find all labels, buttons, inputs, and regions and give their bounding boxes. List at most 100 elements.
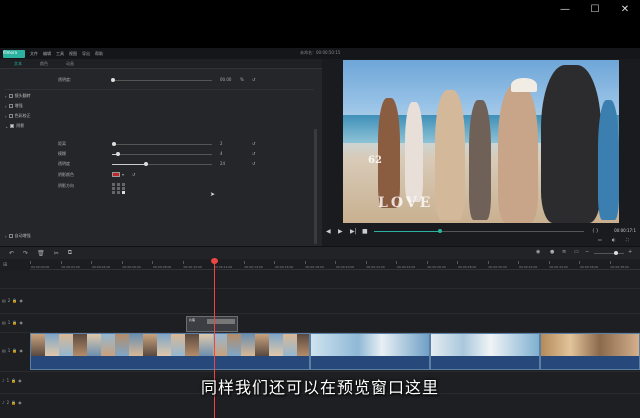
panel-scrollbar[interactable] (314, 129, 317, 244)
zoom-slider-knob[interactable] (614, 251, 618, 255)
menu-tools[interactable]: 工具 (56, 51, 64, 57)
menu-view[interactable]: 视图 (69, 51, 77, 57)
menu-file[interactable]: 文件 (30, 51, 38, 57)
play-icon[interactable]: ▶ (338, 228, 343, 235)
delete-icon[interactable]: 🗑 (37, 250, 45, 257)
video-clip[interactable] (430, 333, 540, 370)
zoom-out-icon[interactable]: − (585, 249, 589, 255)
checkbox-checked[interactable] (10, 124, 15, 128)
checkbox[interactable] (8, 114, 13, 118)
direction-cell[interactable] (117, 187, 120, 190)
lock-icon[interactable]: 🔒 (12, 298, 17, 303)
monitor-icon[interactable]: ▭ (574, 249, 579, 255)
checkbox[interactable] (8, 94, 13, 98)
direction-cell-selected[interactable] (122, 191, 125, 194)
direction-cell[interactable] (112, 191, 115, 194)
mic-icon[interactable]: ● (550, 249, 554, 255)
track-header[interactable]: ▤ 1 🔒 ◉ (0, 320, 30, 325)
blur-slider[interactable] (112, 152, 212, 156)
cut-icon[interactable]: ✂ (54, 250, 59, 257)
redo-icon[interactable]: ↷ (23, 250, 28, 257)
blur-slider-knob[interactable] (116, 152, 120, 156)
direction-cell[interactable] (112, 183, 115, 186)
fullscreen-icon[interactable]: ⛶ (626, 237, 629, 242)
section-flip[interactable]: › 镜头翻转 (5, 93, 31, 99)
list-icon[interactable]: ≡ (562, 249, 566, 255)
snapshot-icon[interactable]: ▭ (598, 237, 602, 242)
shadow-opacity-value[interactable]: 24 (220, 161, 225, 166)
opacity-slider[interactable] (111, 78, 212, 82)
volume-icon[interactable]: ◐ (612, 237, 616, 242)
tab-text[interactable]: 文本 (10, 61, 26, 67)
close-icon[interactable]: ✕ (610, 0, 640, 18)
lock-icon[interactable]: 🔒 (11, 400, 16, 405)
playback-scrubber[interactable] (374, 229, 584, 233)
menu-edit[interactable]: 编辑 (43, 51, 51, 57)
direction-cell[interactable] (112, 187, 115, 190)
direction-cell[interactable] (117, 183, 120, 186)
shadow-direction-grid[interactable] (112, 183, 126, 194)
reset-opacity-icon[interactable]: ↺ (252, 77, 255, 82)
distance-slider[interactable] (112, 142, 212, 146)
eye-icon[interactable]: ◉ (19, 320, 23, 325)
reset-shadow-opacity-icon[interactable]: ↺ (252, 161, 255, 166)
shadow-opacity-slider-knob[interactable] (144, 162, 148, 166)
title-clip[interactable]: 片尾 (186, 316, 238, 332)
mark-in-icon[interactable]: { } (592, 228, 598, 233)
lock-icon[interactable]: 🔒 (12, 348, 17, 353)
zoom-slider[interactable] (594, 251, 624, 255)
direction-cell[interactable] (122, 183, 125, 186)
shadow-color-picker[interactable]: ▾ ↺ (112, 172, 135, 177)
overlay-title-top[interactable]: 62 (368, 155, 382, 166)
direction-cell[interactable] (117, 191, 120, 194)
tab-color[interactable]: 颜色 (36, 61, 52, 67)
timeline-ruler[interactable]: 00:00:00:00 00:00:02:00 00:00:04:00 00:00:0… (30, 260, 640, 270)
section-color-correction[interactable]: › 色彩校正 (5, 113, 31, 119)
blur-value[interactable]: 4 (220, 151, 223, 156)
track-header[interactable]: ▤ 2 🔒 ◉ (0, 298, 30, 303)
checkbox[interactable] (8, 104, 13, 108)
maximize-icon[interactable]: ☐ (580, 0, 610, 18)
track-header[interactable]: ▤ 1 🔒 ◉ (0, 348, 30, 353)
dropdown-icon[interactable]: ▾ (122, 172, 124, 177)
speaker-icon[interactable]: ◉ (18, 400, 22, 405)
opacity-slider-knob[interactable] (111, 78, 115, 82)
eye-icon[interactable]: ◉ (19, 348, 23, 353)
undo-icon[interactable]: ↶ (9, 250, 14, 257)
checkbox[interactable] (8, 234, 13, 238)
shadow-color-swatch[interactable] (112, 172, 120, 177)
step-forward-icon[interactable]: ▶| (350, 228, 357, 235)
section-enhance[interactable]: › 增强 (5, 103, 23, 109)
eye-icon[interactable]: ◉ (19, 298, 23, 303)
reset-distance-icon[interactable]: ↺ (252, 141, 255, 146)
direction-cell[interactable] (122, 187, 125, 190)
video-clip[interactable] (30, 333, 310, 370)
video-clip[interactable] (310, 333, 430, 370)
menu-export[interactable]: 导出 (82, 51, 90, 57)
menu-help[interactable]: 帮助 (95, 51, 103, 57)
project-name: 未命名：00:00:50:15 (300, 50, 340, 56)
zoom-in-icon[interactable]: + (628, 249, 632, 255)
step-back-icon[interactable]: ◀ (326, 228, 331, 235)
overlay-title-love[interactable]: LOVE (378, 195, 433, 211)
minimize-icon[interactable]: — (550, 0, 580, 18)
shield-icon[interactable]: ◉ (536, 249, 540, 255)
tab-animation[interactable]: 动画 (62, 61, 78, 67)
add-track-icon[interactable]: ⊞ (3, 262, 7, 268)
video-clip[interactable] (540, 333, 640, 370)
section-shadow[interactable]: ⌄ 阴影 (5, 123, 24, 129)
stop-icon[interactable]: ■ (362, 228, 368, 235)
project-time: 00:00:50:15 (316, 50, 341, 55)
distance-slider-knob[interactable] (112, 142, 116, 146)
video-preview[interactable]: 62 LOVE (343, 60, 619, 223)
reset-blur-icon[interactable]: ↺ (252, 151, 255, 156)
crop-icon[interactable]: ⧉ (68, 249, 72, 257)
scrubber-knob[interactable] (438, 229, 442, 233)
shadow-opacity-slider[interactable] (112, 162, 212, 166)
lock-icon[interactable]: 🔒 (12, 320, 17, 325)
opacity-value[interactable]: 00.00 (220, 77, 231, 82)
reset-color-icon[interactable]: ↺ (132, 172, 135, 177)
distance-value[interactable]: 2 (220, 141, 223, 146)
section-auto-enhance[interactable]: › 自动增强 (5, 233, 31, 239)
track-header[interactable]: ♪ 2 🔒 ◉ (0, 400, 30, 405)
